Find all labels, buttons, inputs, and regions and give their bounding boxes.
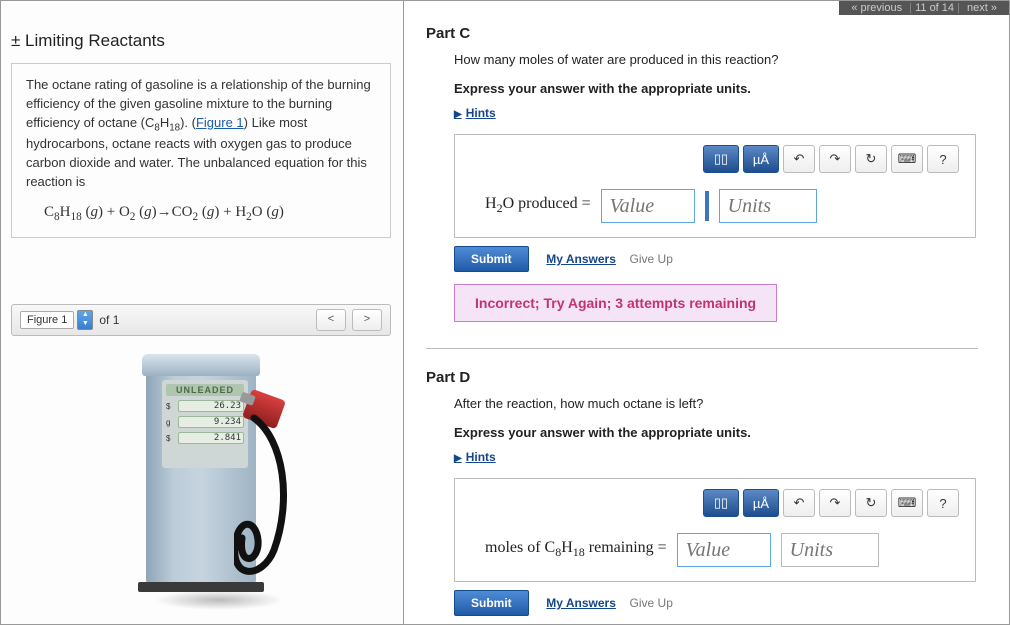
part-c-answer-box: ▯▯ µÅ ↶ ↷ ↻ ⌨ ? H2O produced = bbox=[454, 134, 976, 238]
reset-button[interactable]: ↻ bbox=[855, 145, 887, 173]
redo-button[interactable]: ↷ bbox=[819, 489, 851, 517]
part-c-feedback: Incorrect; Try Again; 3 attempts remaini… bbox=[454, 284, 777, 322]
part-d-give-up-link[interactable]: Give Up bbox=[630, 596, 673, 610]
figure-prev-button[interactable]: < bbox=[316, 309, 346, 331]
problem-title: ± Limiting Reactants bbox=[11, 31, 391, 51]
part-c-give-up-link[interactable]: Give Up bbox=[630, 252, 673, 266]
part-c-hints[interactable]: ▶Hints bbox=[454, 106, 986, 120]
part-separator bbox=[426, 348, 978, 349]
units-symbols-button[interactable]: µÅ bbox=[743, 489, 779, 517]
figure-canvas: UNLEADED $26.23 g9.234 $2.841 bbox=[11, 336, 391, 625]
reset-button[interactable]: ↻ bbox=[855, 489, 887, 517]
part-d-submit-button[interactable]: Submit bbox=[454, 590, 529, 616]
part-d-units-input[interactable] bbox=[781, 533, 879, 567]
keyboard-button[interactable]: ⌨ bbox=[891, 489, 923, 517]
part-c-question: How many moles of water are produced in … bbox=[454, 52, 986, 67]
part-d-my-answers-link[interactable]: My Answers bbox=[546, 596, 616, 610]
part-d-instruction: Express your answer with the appropriate… bbox=[454, 425, 986, 440]
input-separator bbox=[705, 191, 709, 221]
part-c-heading: Part C bbox=[426, 25, 986, 42]
units-symbols-button[interactable]: µÅ bbox=[743, 145, 779, 173]
part-d-value-input[interactable] bbox=[677, 533, 771, 567]
figure-label: Figure 1 bbox=[20, 311, 74, 329]
templates-button[interactable]: ▯▯ bbox=[703, 489, 739, 517]
part-c-instruction: Express your answer with the appropriate… bbox=[454, 81, 986, 96]
figure-counter: of 1 bbox=[99, 313, 119, 327]
problem-description: The octane rating of gasoline is a relat… bbox=[11, 63, 391, 238]
part-c-answer-label: H2O produced = bbox=[485, 195, 591, 216]
undo-button[interactable]: ↶ bbox=[783, 145, 815, 173]
undo-button[interactable]: ↶ bbox=[783, 489, 815, 517]
part-d-hints[interactable]: ▶Hints bbox=[454, 450, 986, 464]
redo-button[interactable]: ↷ bbox=[819, 145, 851, 173]
part-c-value-input[interactable] bbox=[601, 189, 695, 223]
part-d-question: After the reaction, how much octane is l… bbox=[454, 396, 986, 411]
answer-toolbar: ▯▯ µÅ ↶ ↷ ↻ ⌨ ? bbox=[455, 479, 975, 525]
reaction-equation: C8H18 (g) + O2 (g)→CO2 (g) + H2O (g) bbox=[44, 202, 376, 225]
pump-header: UNLEADED bbox=[166, 384, 244, 396]
figure-stepper[interactable]: ▲▼ bbox=[77, 310, 93, 330]
part-c-units-input[interactable] bbox=[719, 189, 817, 223]
figure-link[interactable]: Figure 1 bbox=[196, 115, 244, 130]
pump-hose bbox=[234, 410, 304, 600]
part-d-answer-box: ▯▯ µÅ ↶ ↷ ↻ ⌨ ? moles of C8H18 remaining… bbox=[454, 478, 976, 582]
figure-toolbar: Figure 1 ▲▼ of 1 < > bbox=[11, 304, 391, 336]
help-button[interactable]: ? bbox=[927, 145, 959, 173]
figure-next-button[interactable]: > bbox=[352, 309, 382, 331]
keyboard-button[interactable]: ⌨ bbox=[891, 145, 923, 173]
part-d-heading: Part D bbox=[426, 369, 986, 386]
part-c-submit-button[interactable]: Submit bbox=[454, 246, 529, 272]
gas-pump-illustration: UNLEADED $26.23 g9.234 $2.841 bbox=[126, 354, 276, 604]
templates-button[interactable]: ▯▯ bbox=[703, 145, 739, 173]
help-button[interactable]: ? bbox=[927, 489, 959, 517]
part-d-answer-label: moles of C8H18 remaining = bbox=[485, 539, 667, 560]
answer-toolbar: ▯▯ µÅ ↶ ↷ ↻ ⌨ ? bbox=[455, 135, 975, 181]
part-c-my-answers-link[interactable]: My Answers bbox=[546, 252, 616, 266]
